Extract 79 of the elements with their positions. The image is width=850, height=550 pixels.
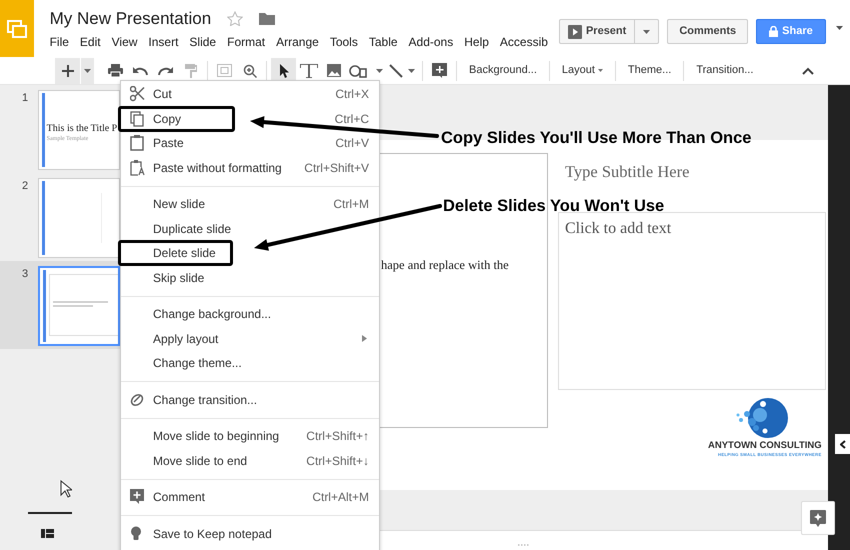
caret-icon — [84, 68, 91, 72]
menu-item[interactable]: Help — [464, 33, 489, 51]
fit-icon — [217, 64, 232, 77]
collapse-panel-button[interactable] — [835, 434, 850, 454]
slide-text: hape and replace with the — [381, 257, 509, 274]
image-icon — [326, 64, 340, 77]
folder-icon[interactable] — [259, 12, 276, 25]
clipboard-icon — [130, 135, 144, 152]
new-slide-icon — [62, 64, 74, 76]
menu-item[interactable]: Insert — [148, 33, 178, 51]
text-placeholder-box[interactable]: Click to add text — [558, 212, 826, 390]
add-comment-icon — [130, 489, 144, 506]
mouse-pointer-icon — [60, 480, 72, 498]
document-title[interactable]: My New Presentation — [50, 10, 212, 27]
menu-item[interactable]: Slide — [189, 33, 216, 51]
shortcut-text: Ctrl+C — [334, 110, 369, 128]
present-dropdown-button[interactable] — [635, 19, 660, 44]
toolbar-button[interactable]: Layout — [554, 58, 611, 84]
toolbar-button[interactable]: Theme... — [620, 58, 680, 84]
star-icon[interactable] — [227, 11, 244, 26]
company-name: ANYTOWN CONSULTING — [708, 439, 822, 453]
zoom-icon — [242, 64, 256, 78]
slide-preview-drawing — [48, 274, 118, 336]
new-slide-dropdown-button[interactable] — [81, 58, 94, 84]
menu-item[interactable]: Arrange — [276, 33, 319, 51]
menu-item[interactable]: File — [50, 33, 69, 51]
line-icon — [389, 64, 403, 78]
scissors-icon — [130, 86, 144, 102]
thumbnail-title: This is the Title P — [46, 122, 118, 136]
slide-number: 3 — [21, 267, 30, 282]
shortcut-text: Ctrl+M — [333, 196, 369, 214]
print-icon — [108, 64, 123, 77]
caret-icon[interactable] — [836, 26, 843, 30]
copy-icon — [130, 110, 144, 127]
slide-thumbnail[interactable] — [38, 178, 120, 258]
add-comment-icon — [432, 63, 447, 78]
shortcut-text: Ctrl+Shift+↑ — [306, 428, 369, 446]
menu-item[interactable]: Edit — [80, 33, 101, 51]
caret-icon — [408, 68, 415, 72]
clipboard-icon — [130, 160, 144, 176]
select-tool-icon — [278, 64, 288, 78]
redo-icon — [158, 66, 173, 76]
menu-item[interactable]: Tools — [330, 33, 358, 51]
drag-handle-icon[interactable] — [518, 544, 530, 546]
comments-button[interactable]: Comments — [667, 19, 748, 44]
menu-item[interactable]: View — [112, 33, 138, 51]
menu-item[interactable]: Save to Keep notepad — [121, 522, 272, 546]
text-box-icon — [300, 64, 318, 78]
present-button[interactable]: Present — [558, 19, 636, 44]
paint-format-icon — [184, 64, 196, 78]
chevron-up-icon — [802, 66, 814, 74]
speaker-notes-button[interactable] — [801, 501, 835, 535]
shortcut-text: Ctrl+X — [335, 86, 369, 104]
shortcut-text: Ctrl+Shift+V — [304, 160, 369, 177]
shortcut-text: Ctrl+Shift+↓ — [306, 452, 369, 470]
eraser-icon — [130, 392, 144, 408]
caret-icon — [376, 68, 383, 72]
play-icon — [568, 24, 582, 38]
undo-icon — [133, 66, 148, 76]
menu-item[interactable]: Format — [227, 33, 266, 51]
note-add-icon — [810, 510, 826, 526]
lock-icon — [769, 26, 778, 37]
slide-thumbnail[interactable] — [38, 266, 120, 346]
menu-item[interactable]: Accessib — [500, 33, 548, 51]
new-slide-button[interactable] — [55, 58, 80, 84]
menu-item[interactable]: Table — [368, 33, 398, 51]
chevron-left-icon — [840, 440, 846, 448]
slide-number: 1 — [21, 91, 30, 106]
slide-number: 2 — [21, 179, 30, 194]
menu-item[interactable]: Cut — [121, 82, 172, 106]
toolbar-button[interactable]: Transition... — [688, 58, 762, 84]
caret-icon — [643, 30, 650, 34]
company-logo-icon — [735, 397, 790, 439]
grid-view-icon[interactable] — [41, 529, 54, 538]
toolbar-button[interactable]: Background... — [461, 58, 545, 84]
shortcut-text: Ctrl+Alt+M — [312, 489, 369, 506]
menu-item[interactable]: Copy — [121, 106, 182, 131]
menu-item[interactable]: Add-ons — [408, 33, 454, 51]
subtitle-placeholder[interactable]: Type Subtitle Here — [565, 160, 690, 185]
